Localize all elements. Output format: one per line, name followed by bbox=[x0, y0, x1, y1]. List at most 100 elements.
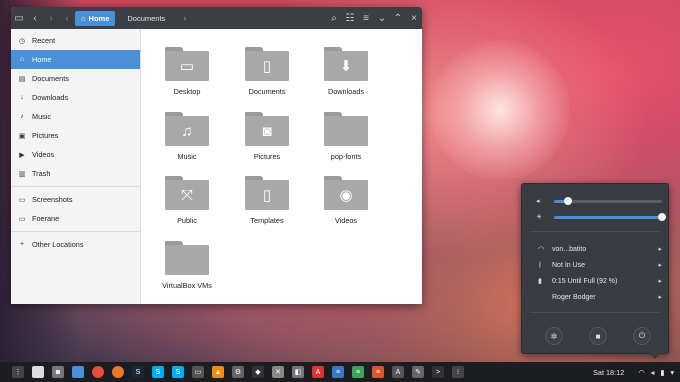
folder-emblem: ▯ bbox=[262, 187, 272, 204]
battery-tray-icon[interactable]: ▮ bbox=[660, 368, 664, 377]
app-chrome-launcher[interactable] bbox=[88, 362, 108, 382]
file-item[interactable]: ◉ Videos bbox=[311, 176, 381, 225]
view-options-button[interactable]: ⌄ bbox=[374, 7, 390, 29]
sidebar-item-other-locations[interactable]: + Other Locations bbox=[11, 235, 140, 254]
file-item[interactable]: pop-fonts bbox=[311, 112, 381, 161]
app-tools-launcher[interactable]: ✕ bbox=[268, 362, 288, 382]
app-firefox-launcher[interactable] bbox=[108, 362, 128, 382]
app-vlc-launcher[interactable]: ▲ bbox=[208, 362, 228, 382]
path-right-arrow-icon[interactable]: › bbox=[183, 13, 186, 23]
app-impress-launcher[interactable]: ≡ bbox=[368, 362, 388, 382]
path-home-button[interactable]: ⌂ Home bbox=[75, 10, 116, 26]
app-skype-alt-launcher[interactable]: S bbox=[168, 362, 188, 382]
pictures-folder-icon: ◙ bbox=[245, 112, 289, 146]
app-font-icon: A bbox=[392, 366, 404, 378]
app-terminal-icon: > bbox=[432, 366, 444, 378]
sidebar-item-trash[interactable]: ▥ Trash bbox=[11, 164, 140, 183]
sidebar-item-label: Other Locations bbox=[32, 240, 84, 249]
app-calc-launcher[interactable]: ≡ bbox=[348, 362, 368, 382]
clock[interactable]: Sat 18:12 bbox=[593, 368, 624, 377]
file-item[interactable]: ▯ Templates bbox=[232, 176, 302, 225]
path-left-arrow-icon[interactable]: ‹ bbox=[59, 7, 75, 29]
file-manager-window: ▭ ‹ › ‹ ⌂ Home Documents › ⌕ ☷ ≡ ⌄ ⌃ × ◷… bbox=[11, 7, 422, 304]
app-monitor-icon: ▭ bbox=[192, 366, 204, 378]
menu-button[interactable]: ≡ bbox=[358, 7, 374, 29]
home-icon: ⌂ bbox=[81, 13, 86, 23]
app-font-launcher[interactable]: A bbox=[388, 362, 408, 382]
search-button[interactable]: ⌕ bbox=[326, 7, 342, 29]
app-show-apps-launcher[interactable]: ⋮ bbox=[8, 362, 28, 382]
volume-tray-icon[interactable]: ◂ bbox=[651, 368, 655, 377]
app-grid-launcher[interactable]: ⁝ bbox=[448, 362, 468, 382]
app-monitor-launcher[interactable]: ▭ bbox=[188, 362, 208, 382]
volume-slider[interactable]: ◂ bbox=[536, 196, 662, 206]
sidebar-item-foerane[interactable]: ▭ Foerane bbox=[11, 209, 140, 228]
bluetooth-icon: ᛒ bbox=[538, 261, 543, 269]
folder-icon bbox=[324, 112, 368, 146]
desktop-folder-icon: ▭ bbox=[165, 47, 209, 81]
power-button[interactable]: ⏻ bbox=[633, 327, 651, 345]
file-item[interactable]: ⤧ Public bbox=[152, 176, 222, 225]
chevron-right-icon: ▸ bbox=[658, 278, 662, 285]
file-item[interactable]: ▯ Documents bbox=[232, 47, 302, 96]
sidebar-item-recent[interactable]: ◷ Recent bbox=[11, 31, 140, 50]
file-item[interactable]: ♫ Music bbox=[152, 112, 222, 161]
app-inkscape-launcher[interactable]: ◆ bbox=[248, 362, 268, 382]
app-firefox-icon bbox=[112, 366, 124, 378]
file-item[interactable]: ⬇ Downloads bbox=[311, 47, 381, 96]
wifi-tray-icon[interactable]: ◠ bbox=[638, 368, 644, 377]
system-menu-item-bluetooth[interactable]: ᛒ Not In Use ▸ bbox=[538, 259, 662, 271]
volume-track[interactable] bbox=[554, 197, 662, 205]
tray-menu-chevron-icon[interactable]: ▾ bbox=[670, 368, 674, 377]
sidebar-item-home[interactable]: ⌂ Home bbox=[11, 50, 140, 69]
app-file-launcher[interactable] bbox=[28, 362, 48, 382]
file-item[interactable]: VirtualBox VMs bbox=[152, 241, 222, 290]
brightness-track[interactable] bbox=[554, 213, 666, 221]
forward-button[interactable]: › bbox=[43, 7, 59, 29]
taskbar: ⋮ ◙ S S S ▭ ▲ ⚙ ◆ ✕ ◧ A ≡ ≡ ≡ A ✎ > ⁝ Sat 18:12 ◠ ◂ ▮ ▾ bbox=[0, 362, 680, 382]
app-settings-launcher[interactable]: ⚙ bbox=[228, 362, 248, 382]
file-label: Documents bbox=[248, 87, 286, 96]
app-skype-launcher[interactable]: S bbox=[148, 362, 168, 382]
volume-handle[interactable] bbox=[564, 197, 573, 205]
sidebar-item-videos[interactable]: ▶ Videos bbox=[11, 145, 140, 164]
sidebar-item-label: Recent bbox=[32, 36, 56, 45]
path-documents-button[interactable]: Documents bbox=[115, 14, 183, 23]
folder-emblem: ▯ bbox=[262, 58, 272, 75]
settings-button[interactable]: ✲ bbox=[545, 327, 563, 345]
sidebar-item-music[interactable]: ♪ Music bbox=[11, 107, 140, 126]
sidebar-item-screenshots[interactable]: ▭ Screenshots bbox=[11, 190, 140, 209]
brightness-slider[interactable]: ☀ bbox=[536, 212, 666, 222]
app-steam-launcher[interactable]: S bbox=[128, 362, 148, 382]
system-menu-item-battery[interactable]: ▮ 0:15 Until Full (92 %) ▸ bbox=[538, 275, 662, 287]
view-toggle-button[interactable]: ☷ bbox=[342, 7, 358, 29]
app-terminal-launcher[interactable]: > bbox=[428, 362, 448, 382]
sidebar-item-downloads[interactable]: ↓ Downloads bbox=[11, 88, 140, 107]
templates-folder-icon: ▯ bbox=[245, 176, 289, 210]
sidebar-item-label: Videos bbox=[32, 150, 55, 159]
app-skype-icon: S bbox=[152, 366, 164, 378]
brightness-handle[interactable] bbox=[658, 213, 666, 221]
home-icon: ⌂ bbox=[19, 56, 25, 63]
file-item[interactable]: ▭ Desktop bbox=[152, 47, 222, 96]
sidebar-item-documents[interactable]: ▤ Documents bbox=[11, 69, 140, 88]
system-menu-item-user-avatar[interactable]: Roger Bodger ▸ bbox=[538, 291, 662, 303]
app-extension-launcher[interactable]: ✎ bbox=[408, 362, 428, 382]
close-button[interactable]: × bbox=[406, 7, 422, 29]
app-camera-launcher[interactable]: ◙ bbox=[48, 362, 68, 382]
system-menu-item-wifi[interactable]: ◠ von...batito ▸ bbox=[538, 243, 662, 255]
folder-emblem: ⬇ bbox=[339, 58, 353, 75]
app-pdf-launcher[interactable]: A bbox=[308, 362, 328, 382]
app-writer-launcher[interactable]: ≡ bbox=[328, 362, 348, 382]
maximize-button[interactable]: ⌃ bbox=[390, 7, 406, 29]
sidebar-divider bbox=[11, 186, 140, 187]
app-grid-icon: ⁝ bbox=[452, 366, 464, 378]
app-eraser-launcher[interactable]: ◧ bbox=[288, 362, 308, 382]
lock-button[interactable]: ■ bbox=[589, 327, 607, 345]
file-label: Public bbox=[177, 216, 197, 225]
app-files-launcher[interactable] bbox=[68, 362, 88, 382]
sidebar-item-pictures[interactable]: ▣ Pictures bbox=[11, 126, 140, 145]
back-button[interactable]: ‹ bbox=[27, 7, 43, 29]
file-label: Music bbox=[177, 152, 197, 161]
file-item[interactable]: ◙ Pictures bbox=[232, 112, 302, 161]
